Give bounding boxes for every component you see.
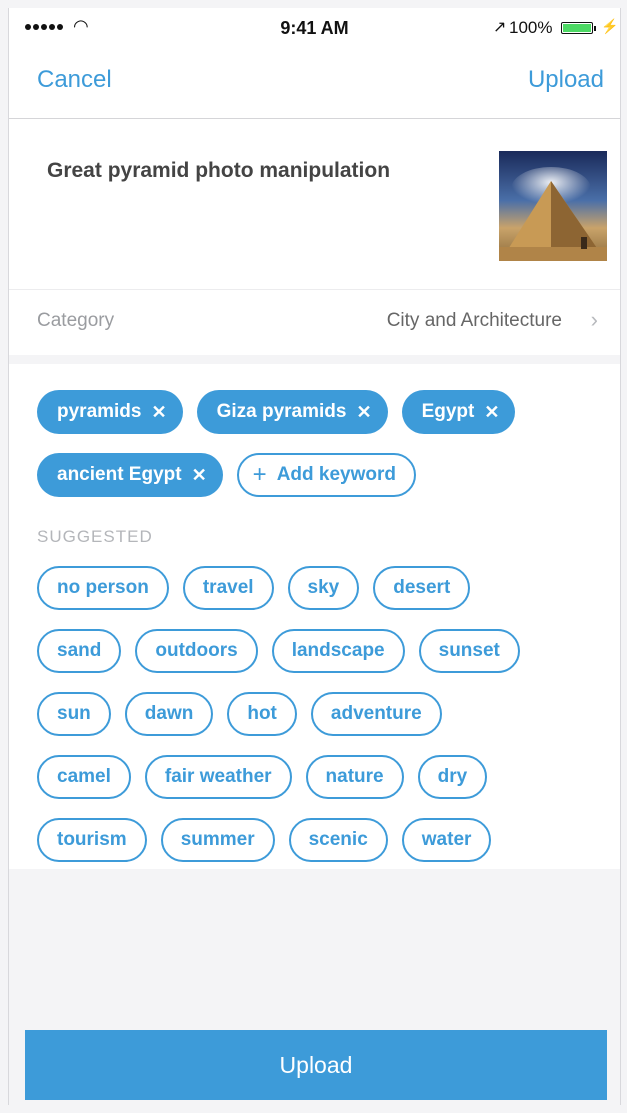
keyword-label: pyramids: [57, 401, 142, 422]
suggested-chip[interactable]: dry: [417, 755, 488, 799]
suggested-chip[interactable]: landscape: [271, 629, 405, 673]
suggested-chip[interactable]: summer: [160, 818, 275, 862]
suggested-chip[interactable]: water: [401, 818, 492, 862]
keyword-chip[interactable]: pyramids ✕: [37, 390, 183, 434]
photo-title[interactable]: Great pyramid photo manipulation: [47, 159, 390, 183]
suggested-chip[interactable]: no person: [37, 566, 169, 610]
keywords-section: pyramids ✕ Giza pyramids ✕ Egypt ✕ ancie…: [9, 364, 620, 869]
plus-icon: +: [252, 461, 267, 488]
category-row[interactable]: Category City and Architecture ›: [9, 289, 620, 355]
keyword-label: Giza pyramids: [216, 401, 347, 422]
selected-keywords-row: pyramids ✕ Giza pyramids ✕ Egypt ✕: [37, 390, 516, 434]
close-x-icon[interactable]: ✕: [192, 465, 207, 486]
suggested-row: sun dawn hot adventure: [37, 692, 442, 736]
selected-keywords-row: ancient Egypt ✕ + Add keyword: [37, 453, 416, 497]
suggested-chip[interactable]: desert: [373, 566, 471, 610]
battery-icon: [561, 22, 596, 34]
suggested-row: sand outdoors landscape sunset: [37, 629, 520, 673]
close-x-icon[interactable]: ✕: [484, 402, 499, 423]
suggested-chip[interactable]: sky: [287, 566, 360, 610]
battery-percentage: 100%: [509, 18, 553, 37]
suggested-chip[interactable]: adventure: [310, 692, 442, 736]
category-value: City and Architecture: [386, 310, 562, 331]
suggested-chip[interactable]: fair weather: [144, 755, 292, 799]
suggested-chip[interactable]: travel: [182, 566, 274, 610]
charging-bolt-icon: ⚡: [601, 18, 619, 34]
cancel-button[interactable]: Cancel: [37, 66, 112, 94]
close-x-icon[interactable]: ✕: [356, 402, 371, 423]
keyword-label: Egypt: [421, 401, 475, 422]
navigation-bar: Cancel Upload: [9, 48, 620, 119]
location-arrow-icon: ↗: [493, 19, 507, 36]
suggested-row: tourism summer scenic water: [37, 818, 492, 862]
suggested-chip[interactable]: tourism: [37, 818, 147, 862]
suggested-chip[interactable]: sunset: [418, 629, 520, 673]
add-keyword-label: Add keyword: [276, 464, 396, 485]
suggested-row: camel fair weather nature dry: [37, 755, 488, 799]
photo-info-section: Great pyramid photo manipulation: [9, 119, 620, 289]
suggested-header: SUGGESTED: [37, 527, 153, 546]
chevron-right-icon: ›: [590, 307, 598, 332]
upload-nav-button[interactable]: Upload: [528, 66, 604, 94]
suggested-chip[interactable]: hot: [227, 692, 297, 736]
add-keyword-button[interactable]: + Add keyword: [236, 453, 416, 497]
app-screen: ◠ 9:41 AM ↗ 100% ⚡ Cancel Upload Great p…: [8, 8, 621, 1105]
suggested-chip[interactable]: scenic: [288, 818, 388, 862]
suggested-chip[interactable]: dawn: [124, 692, 214, 736]
keyword-chip[interactable]: ancient Egypt ✕: [37, 453, 223, 497]
suggested-chip[interactable]: camel: [37, 755, 131, 799]
suggested-row: no person travel sky desert: [37, 566, 471, 610]
close-x-icon[interactable]: ✕: [151, 402, 166, 423]
photo-thumbnail: [499, 151, 607, 261]
suggested-chip[interactable]: sand: [37, 629, 122, 673]
keyword-chip[interactable]: Giza pyramids ✕: [196, 390, 388, 434]
suggested-chip[interactable]: nature: [305, 755, 404, 799]
suggested-chip[interactable]: outdoors: [135, 629, 258, 673]
upload-button[interactable]: Upload: [25, 1030, 607, 1100]
keyword-chip[interactable]: Egypt ✕: [401, 390, 516, 434]
status-bar: ◠ 9:41 AM ↗ 100% ⚡: [9, 8, 620, 48]
category-label: Category: [37, 310, 115, 331]
keyword-label: ancient Egypt: [57, 464, 182, 485]
suggested-chip[interactable]: sun: [37, 692, 111, 736]
